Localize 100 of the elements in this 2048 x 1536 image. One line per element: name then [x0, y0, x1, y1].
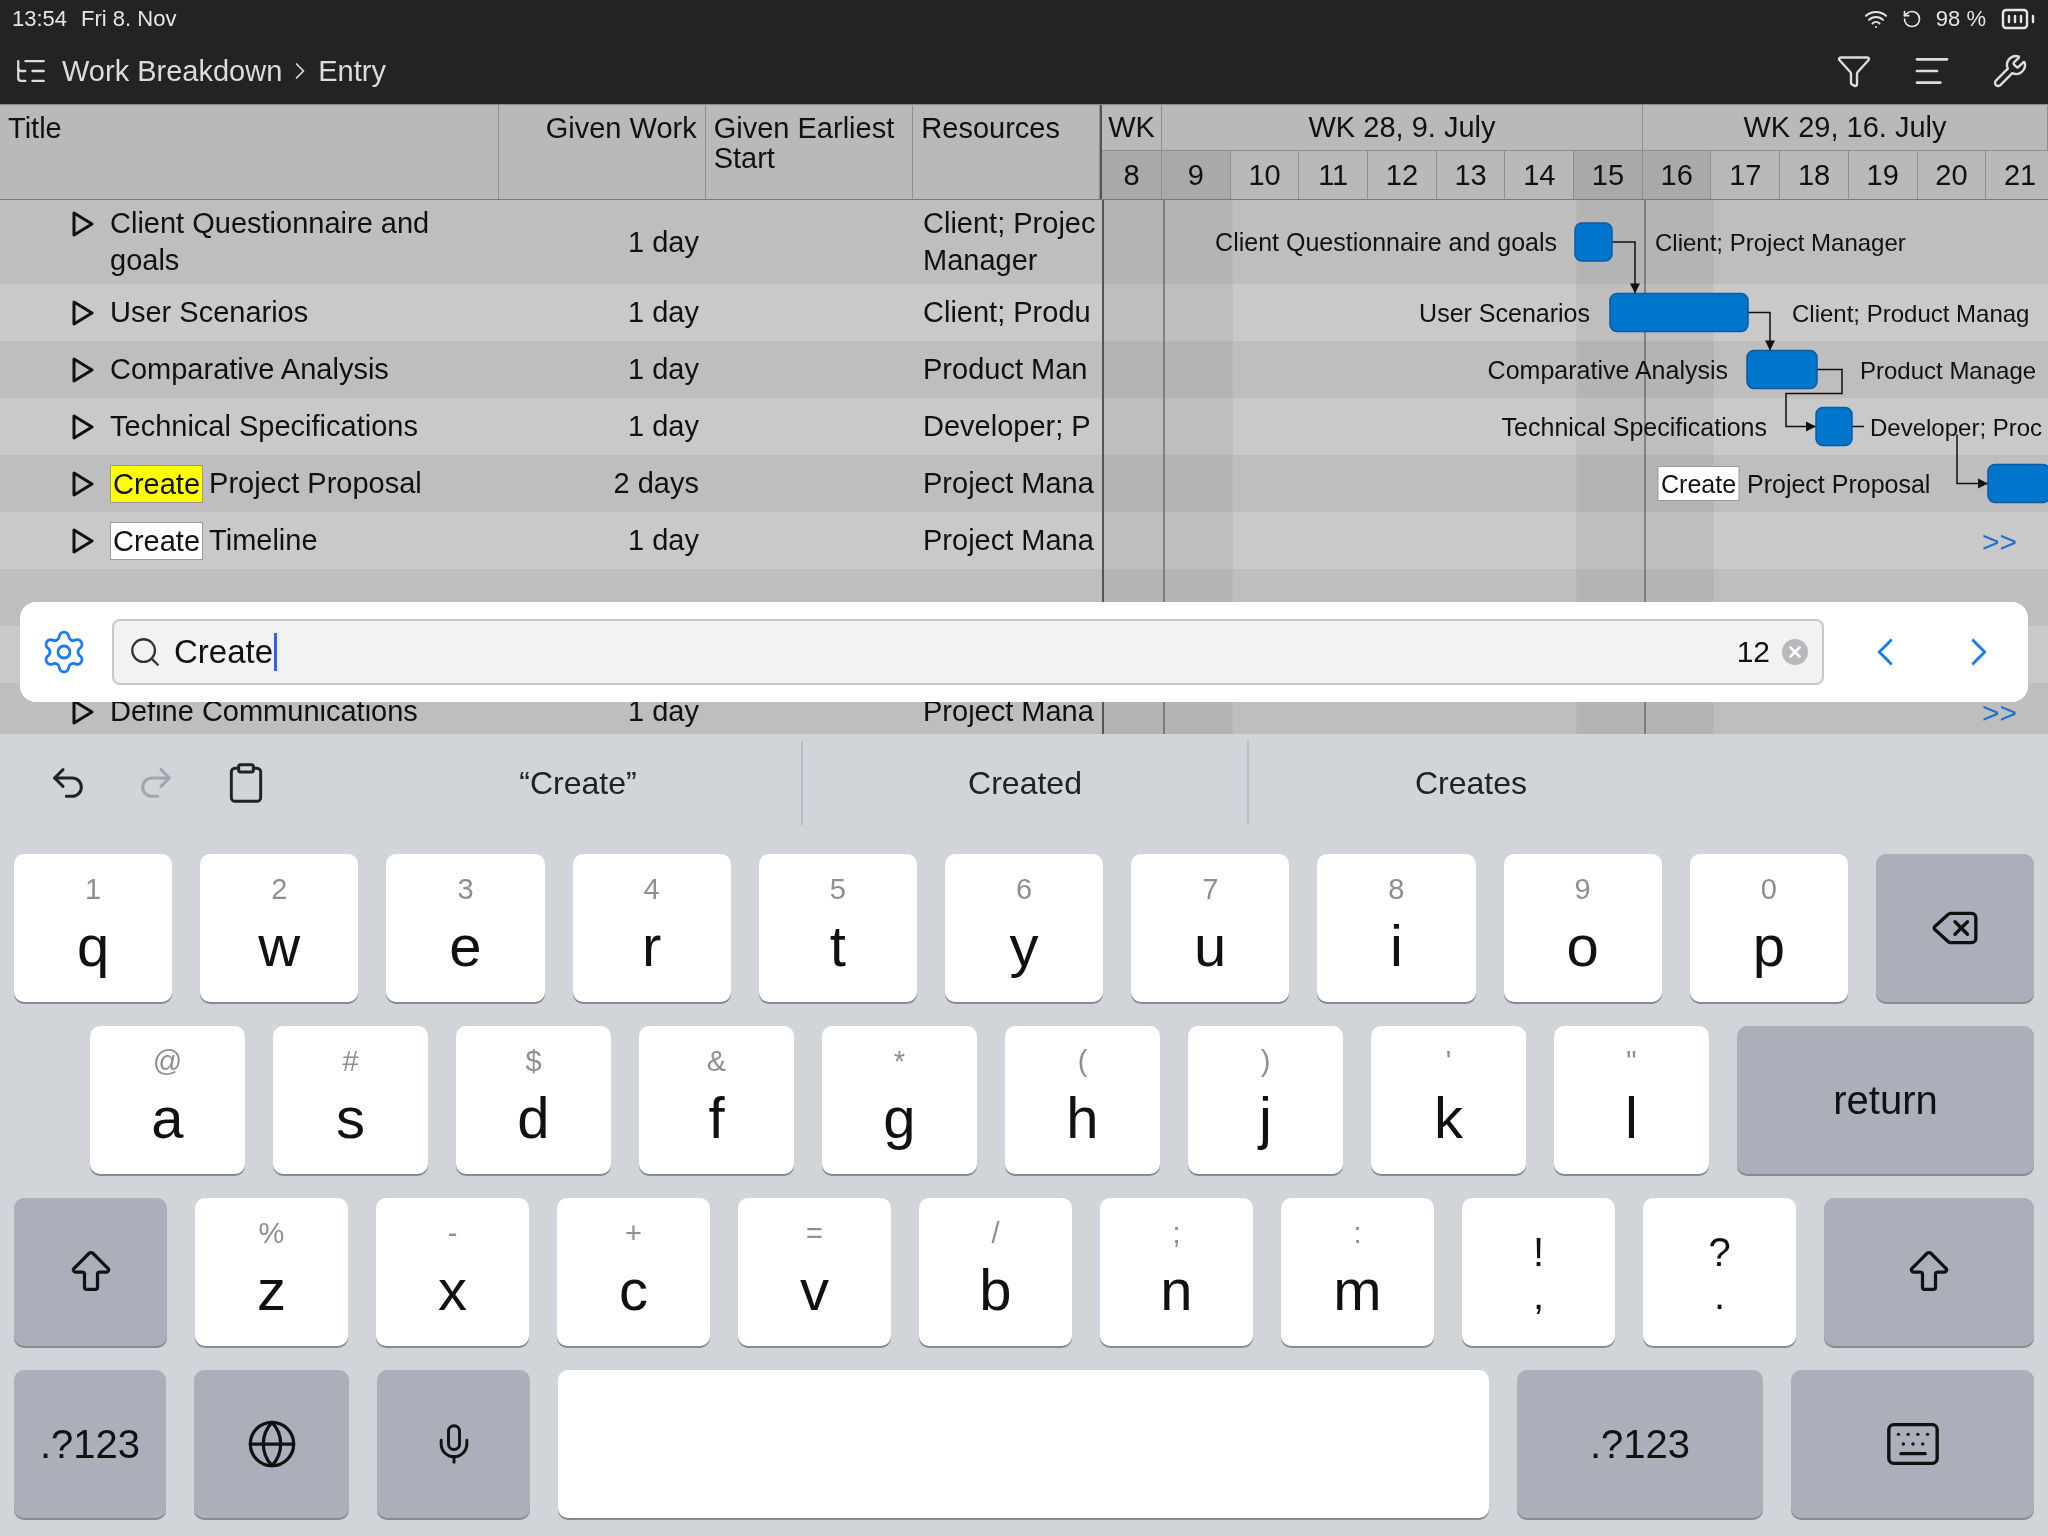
numbers-key[interactable]: .?123: [1517, 1370, 1763, 1518]
task-title: Project Proposal: [209, 466, 422, 501]
letter-key[interactable]: % z: [195, 1198, 348, 1346]
letter-key[interactable]: * g: [822, 1026, 977, 1174]
day-header: 16: [1642, 151, 1712, 199]
week-header: WK 29, 16. July: [1743, 111, 1947, 144]
letter-key[interactable]: 3 e: [386, 854, 545, 1002]
status-date: Fri 8. Nov: [81, 6, 177, 32]
letter-key[interactable]: @ a: [90, 1026, 245, 1174]
resources-text: Client; Projec Manager: [923, 206, 1096, 278]
letter-key[interactable]: ; n: [1100, 1198, 1253, 1346]
task-title: Define Communications: [110, 694, 418, 729]
bar-label: Client Questionnaire and goals: [1215, 228, 1557, 256]
bar-label: Project Proposal: [1747, 469, 1931, 498]
wrench-icon[interactable]: [1992, 53, 2028, 89]
given-work: 1 day: [628, 353, 699, 386]
letter-key[interactable]: ( h: [1005, 1026, 1160, 1174]
table-row[interactable]: User Scenarios 1 day Client; Produ: [0, 284, 1102, 341]
search-field[interactable]: Create 12: [112, 619, 1824, 685]
letter-key[interactable]: 7 u: [1131, 854, 1290, 1002]
numbers-key[interactable]: .?123: [14, 1370, 166, 1518]
task-bar[interactable]: [1815, 406, 1853, 447]
disclosure-triangle-icon[interactable]: [72, 527, 94, 554]
disclosure-triangle-icon[interactable]: [72, 357, 94, 383]
column-header[interactable]: Given Earliest Start: [713, 113, 905, 173]
disclosure-triangle-icon[interactable]: [72, 699, 94, 725]
letter-key[interactable]: / b: [919, 1198, 1072, 1346]
backspace-key[interactable]: [1875, 854, 2035, 1002]
task-title: Comparative Analysis: [110, 352, 389, 387]
letter-key[interactable]: 2 w: [200, 854, 359, 1002]
task-title: Client Questionnaire and goals: [110, 206, 431, 278]
given-work: 1 day: [628, 225, 699, 259]
table-row[interactable]: Create Project Proposal 2 days Project Mana: [0, 455, 1102, 512]
breadcrumb-item[interactable]: Entry: [318, 54, 386, 88]
resources-text: Project Mana: [923, 523, 1094, 558]
suggestion[interactable]: Creates: [1247, 741, 1693, 825]
return-key[interactable]: return: [1737, 1026, 2034, 1174]
table-row[interactable]: Comparative Analysis 1 day Product Man: [0, 341, 1102, 398]
letter-key[interactable]: 0 p: [1689, 854, 1848, 1002]
letter-key[interactable]: # s: [273, 1026, 428, 1174]
bar-resources: Developer; Proc: [1870, 413, 2043, 441]
filter-icon[interactable]: [1836, 53, 1872, 89]
table-row[interactable]: Create Timeline 1 day Project Mana: [0, 512, 1102, 569]
table-row[interactable]: Client Questionnaire and goals 1 day Client; Projec Manager: [0, 200, 1102, 284]
letter-key[interactable]: 9 o: [1503, 854, 1662, 1002]
disclosure-triangle-icon[interactable]: [72, 470, 94, 497]
letter-key[interactable]: + c: [557, 1198, 710, 1346]
letter-key[interactable]: " l: [1554, 1026, 1709, 1174]
letter-key[interactable]: $ d: [456, 1026, 611, 1174]
resources-text: Project Mana: [923, 466, 1094, 501]
week-header: WK 28, 9. July: [1308, 111, 1496, 144]
disclosure-triangle-icon[interactable]: [72, 414, 94, 440]
dependency-arrow: [1611, 241, 1640, 295]
breadcrumb-item[interactable]: Work Breakdown: [62, 54, 283, 88]
letter-key[interactable]: 1 q: [14, 854, 173, 1002]
dependency-arrow: [1747, 311, 1775, 352]
disclosure-triangle-icon[interactable]: [72, 300, 94, 326]
bar-resources: Product Manage: [1860, 356, 2037, 384]
letter-key[interactable]: & f: [639, 1026, 794, 1174]
column-header[interactable]: Resources: [921, 113, 1060, 143]
bar-label: User Scenarios: [1419, 298, 1590, 327]
task-bar[interactable]: [1746, 349, 1818, 390]
letter-key[interactable]: 4 r: [572, 854, 731, 1002]
column-header[interactable]: Given Work: [545, 113, 697, 143]
battery-percent: 98 %: [1935, 6, 1986, 32]
suggestion[interactable]: Created: [801, 741, 1247, 825]
letter-key[interactable]: ) j: [1188, 1026, 1343, 1174]
globe-key[interactable]: [194, 1370, 349, 1518]
bar-label: Technical Specifications: [1501, 412, 1767, 441]
letter-key[interactable]: 8 i: [1317, 854, 1476, 1002]
search-match: Create: [110, 521, 204, 560]
column-header[interactable]: Title: [8, 113, 62, 143]
punctuation-key[interactable]: ! ,: [1462, 1198, 1615, 1346]
task-bar[interactable]: [1574, 222, 1613, 262]
resources-text: Client; Produ: [923, 295, 1091, 330]
bar-resources: Client; Project Manager: [1655, 229, 1906, 256]
status-time: 13:54: [12, 6, 68, 32]
letter-key[interactable]: ' k: [1371, 1026, 1526, 1174]
search-match: Create: [110, 464, 204, 503]
letter-key[interactable]: 5 t: [758, 854, 917, 1002]
task-bar[interactable]: [1609, 292, 1749, 333]
dependency-arrow: [1785, 368, 1843, 432]
resources-text: Project Mana: [923, 694, 1094, 729]
suggestion[interactable]: “Create”: [355, 741, 801, 825]
given-work: 1 day: [628, 695, 699, 728]
task-bar[interactable]: [1987, 463, 2048, 504]
match-count: 12: [1736, 635, 1770, 669]
bar-resources: Client; Product Manag: [1792, 299, 2030, 327]
search-icon: [128, 635, 162, 669]
letter-key[interactable]: - x: [376, 1198, 529, 1346]
task-title: Technical Specifications: [110, 409, 418, 444]
day-header: 8: [1102, 151, 1162, 199]
disclosure-triangle-icon[interactable]: [72, 211, 94, 237]
table-row[interactable]: Technical Specifications 1 day Developer; P: [0, 398, 1102, 455]
letter-key[interactable]: = v: [738, 1198, 891, 1346]
letter-key[interactable]: : m: [1281, 1198, 1434, 1346]
task-title: Timeline: [209, 523, 318, 558]
letter-key[interactable]: 6 y: [944, 854, 1104, 1002]
search-match: Create: [1657, 466, 1740, 501]
punctuation-key[interactable]: ? .: [1643, 1198, 1796, 1346]
